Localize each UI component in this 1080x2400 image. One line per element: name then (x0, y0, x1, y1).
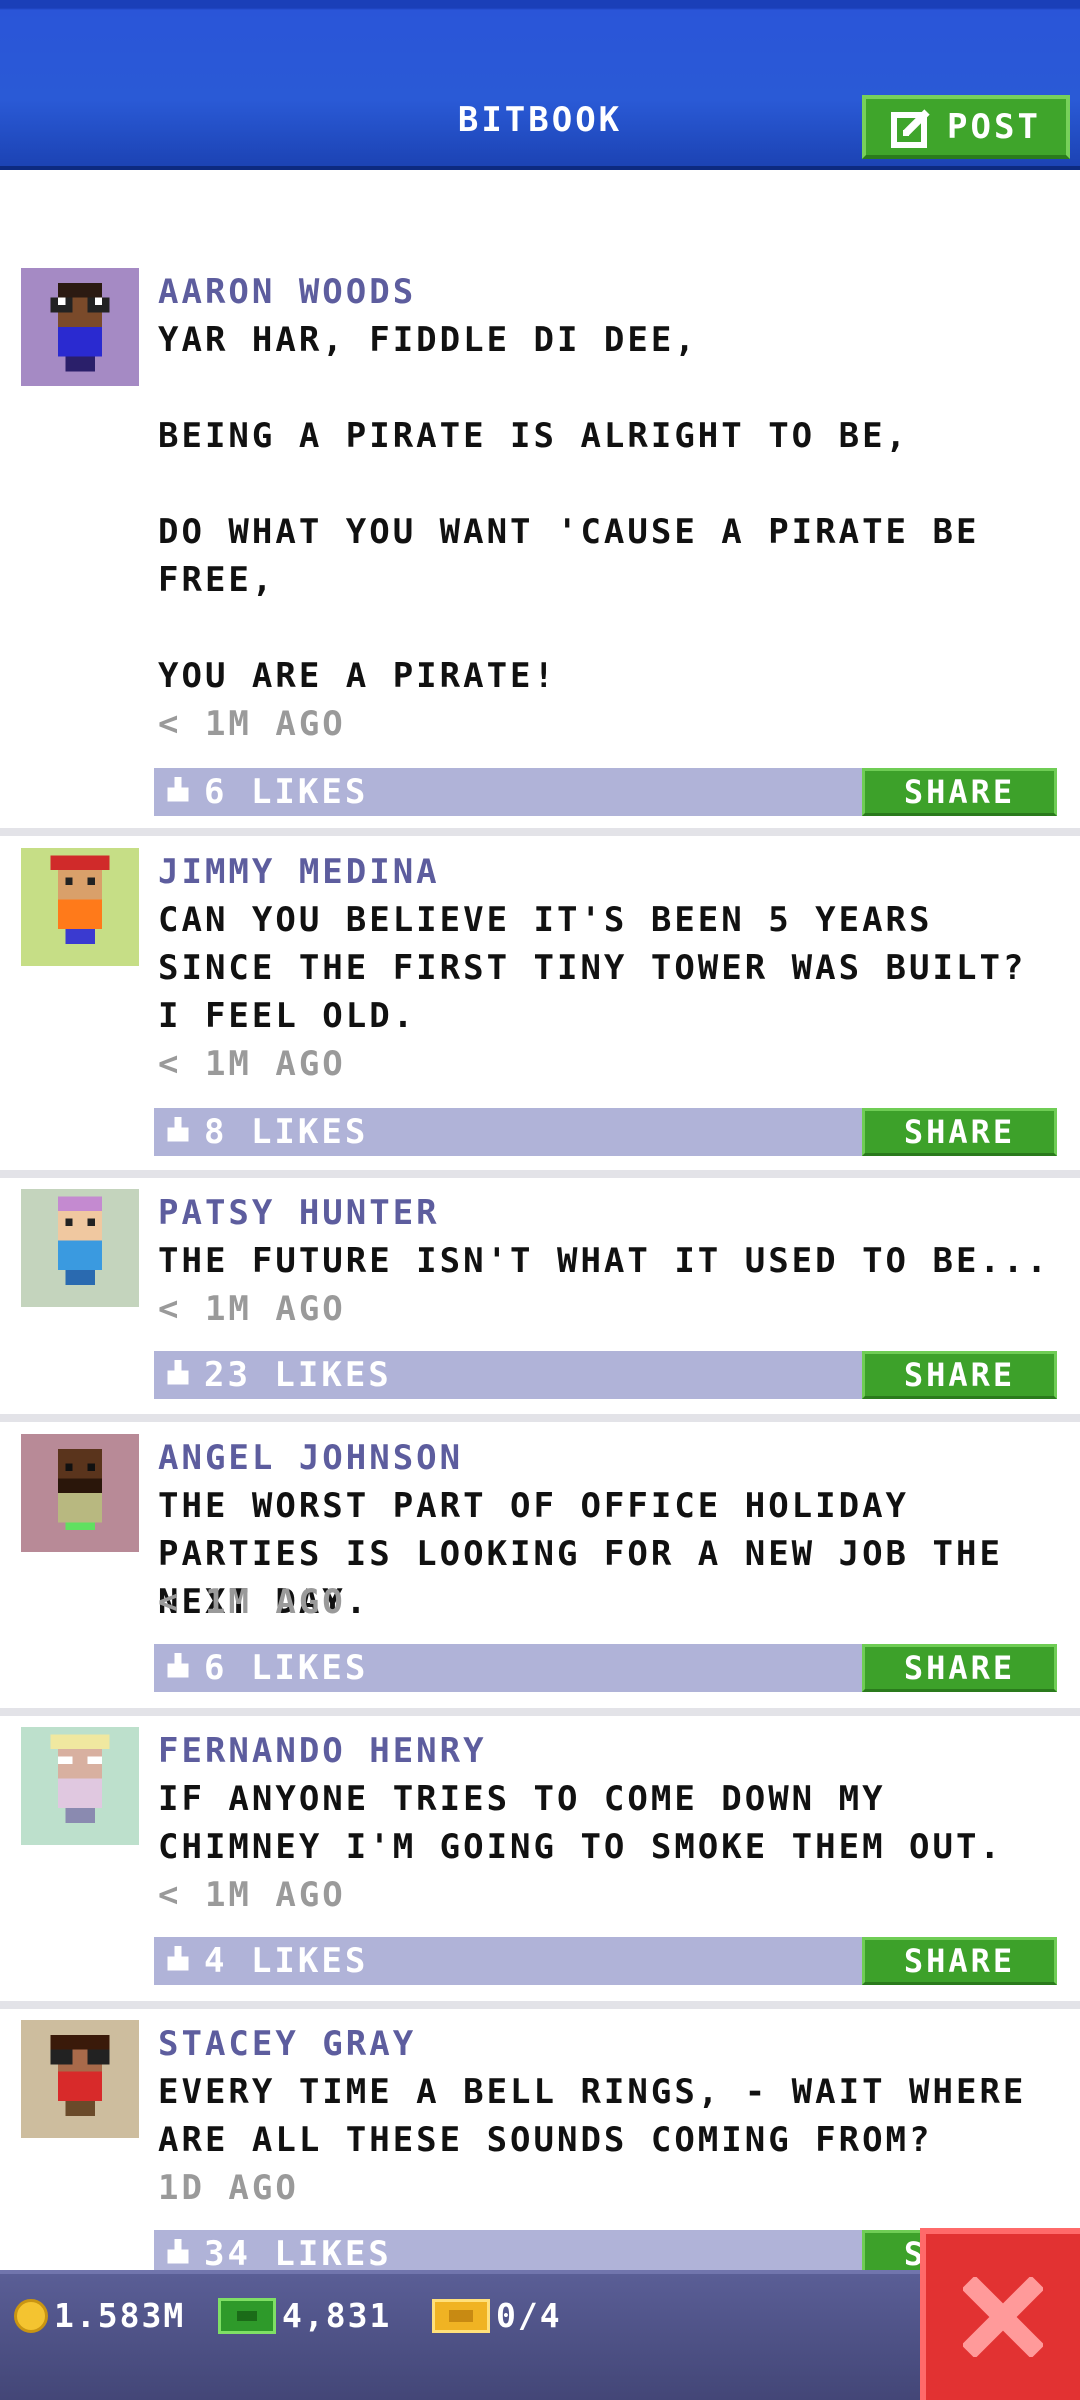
post-author[interactable]: JIMMY MEDINA (158, 848, 440, 896)
post-time: 1D AGO (158, 2168, 299, 2208)
pixel-person-avatar (21, 1727, 139, 1845)
coins-value: 1.583M (54, 2296, 186, 2335)
like-icon[interactable] (164, 1945, 192, 1975)
pixel-person-avatar (21, 848, 139, 966)
post-author[interactable]: PATSY HUNTER (158, 1189, 440, 1237)
post-time: < 1M AGO (158, 1044, 346, 1084)
avatar[interactable] (21, 1189, 139, 1307)
post-button[interactable]: POST (862, 95, 1070, 159)
coins-stat: 1.583M (14, 2296, 185, 2335)
post-author[interactable]: ANGEL JOHNSON (158, 1434, 463, 1482)
likes-bar: 8 LIKES SHARE (154, 1108, 1057, 1156)
post-divider (0, 828, 1080, 836)
likes-bar: 6 LIKES SHARE (154, 768, 1057, 816)
post-divider (0, 1708, 1080, 1716)
currency-bar: 1.583M 4,831 0/4 (0, 2270, 1080, 2400)
avatar[interactable] (21, 1727, 139, 1845)
pixel-person-avatar (21, 268, 139, 386)
post-divider (0, 1170, 1080, 1178)
share-button[interactable]: SHARE (862, 1644, 1057, 1692)
pixel-person-avatar (21, 2020, 139, 2138)
close-button[interactable] (920, 2228, 1080, 2400)
avatar[interactable] (21, 1434, 139, 1552)
post-button-label: POST (947, 107, 1041, 147)
tickets-value: 0/4 (496, 2296, 562, 2335)
share-button[interactable]: SHARE (862, 768, 1057, 816)
post-text: CAN YOU BELIEVE IT'S BEEN 5 YEARS SINCE … (158, 900, 1050, 1036)
bux-stat[interactable]: 4,831 (218, 2296, 391, 2335)
share-button[interactable]: SHARE (862, 1351, 1057, 1399)
likes-bar: 6 LIKES SHARE (154, 1644, 1057, 1692)
like-icon[interactable] (164, 2238, 192, 2268)
pixel-person-avatar (21, 1434, 139, 1552)
post-divider (0, 1414, 1080, 1422)
likes-count: 6 LIKES (204, 772, 369, 812)
like-icon[interactable] (164, 776, 192, 806)
post-time: < 1M AGO (158, 1289, 346, 1329)
post-divider (0, 2001, 1080, 2009)
likes-bar: 4 LIKES SHARE (154, 1937, 1057, 1985)
pixel-person-avatar (21, 1189, 139, 1307)
likes-count: 4 LIKES (204, 1941, 369, 1981)
likes-count: 8 LIKES (204, 1112, 369, 1152)
likes-count: 23 LIKES (204, 1355, 392, 1395)
avatar[interactable] (21, 2020, 139, 2138)
close-icon (963, 2277, 1043, 2357)
avatar[interactable] (21, 268, 139, 386)
share-button[interactable]: SHARE (862, 1108, 1057, 1156)
post-text: IF ANYONE TRIES TO COME DOWN MY CHIMNEY … (158, 1779, 1003, 1867)
post-author[interactable]: STACEY GRAY (158, 2020, 416, 2068)
tickets-stat[interactable]: 0/4 (432, 2296, 562, 2335)
post-time: < 1M AGO (158, 704, 346, 744)
like-icon[interactable] (164, 1359, 192, 1389)
post-text: THE FUTURE ISN'T WHAT IT USED TO BE... (158, 1241, 1050, 1281)
post-time: < 1M AGO (158, 1582, 346, 1622)
likes-count: 6 LIKES (204, 1648, 369, 1688)
post-author[interactable]: AARON WOODS (158, 268, 416, 316)
like-icon[interactable] (164, 1116, 192, 1146)
avatar[interactable] (21, 848, 139, 966)
likes-bar: 23 LIKES SHARE (154, 1351, 1057, 1399)
share-button[interactable]: SHARE (862, 1937, 1057, 1985)
app-header: BITBOOK POST (0, 0, 1080, 170)
bux-icon (218, 2297, 276, 2334)
ticket-icon (432, 2298, 490, 2333)
post-text: YAR HAR, FIDDLE DI DEE, BEING A PIRATE I… (158, 320, 980, 696)
coin-icon (14, 2298, 48, 2333)
compose-icon (891, 109, 930, 148)
post-author[interactable]: FERNANDO HENRY (158, 1727, 487, 1775)
post-text: EVERY TIME A BELL RINGS, - WAIT WHERE AR… (158, 2072, 1050, 2160)
like-icon[interactable] (164, 1652, 192, 1682)
bux-value: 4,831 (282, 2296, 392, 2335)
post-time: < 1M AGO (158, 1875, 346, 1915)
